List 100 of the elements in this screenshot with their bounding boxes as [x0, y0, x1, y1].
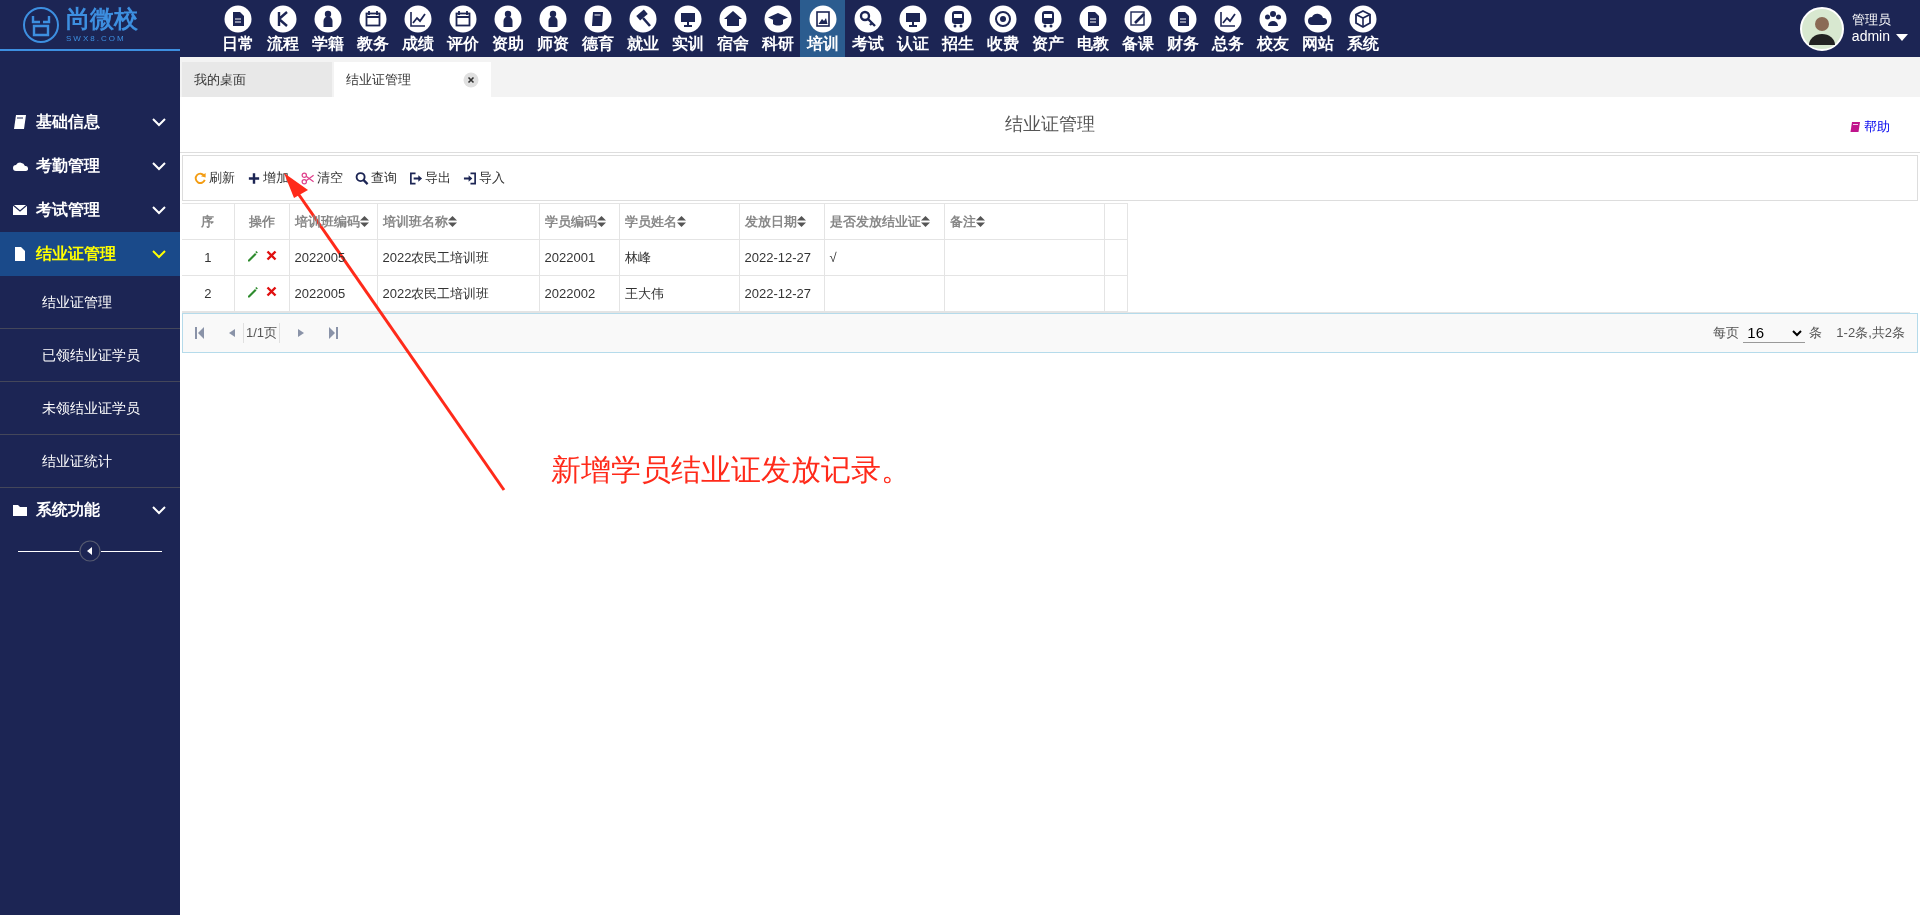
nav-item[interactable]: 教务: [350, 0, 395, 57]
nav-item[interactable]: 科研: [755, 0, 800, 57]
bus-icon: [943, 5, 972, 33]
nav-item[interactable]: 系统: [1340, 0, 1385, 57]
collapse-toggle-icon[interactable]: [79, 540, 101, 562]
edit-icon[interactable]: [246, 285, 258, 298]
nav-item[interactable]: 德育: [575, 0, 620, 57]
nav-item[interactable]: 财务: [1160, 0, 1205, 57]
box-icon: [1348, 5, 1377, 33]
hammer-icon: [628, 5, 657, 33]
user-menu[interactable]: admin: [1851, 27, 1908, 46]
toolbar-button[interactable]: 清空: [301, 168, 343, 188]
nav-item[interactable]: 收费: [980, 0, 1025, 57]
toolbar-button[interactable]: 导出: [409, 168, 451, 188]
book-icon: [583, 5, 612, 33]
calendar-icon: [358, 5, 387, 33]
nav-item[interactable]: 认证: [890, 0, 935, 57]
cap-icon: [763, 5, 792, 33]
sidebar-item[interactable]: 考勤管理: [0, 144, 180, 188]
nav-item[interactable]: 评价: [440, 0, 485, 57]
nav-item[interactable]: 实训: [665, 0, 710, 57]
person-icon: [493, 5, 522, 33]
folder-icon: [12, 502, 28, 518]
nav-item[interactable]: 招生: [935, 0, 980, 57]
sort-icon: [975, 216, 985, 227]
table-cell: 王大伟: [624, 285, 664, 301]
page-indicator: 1/1页: [243, 323, 281, 343]
nav-item[interactable]: 流程: [260, 0, 305, 57]
sort-icon: [596, 216, 606, 227]
table-cell: √: [829, 249, 837, 265]
nav-item[interactable]: 宿舍: [710, 0, 755, 57]
file-icon: [12, 246, 28, 262]
row-number: 2: [204, 285, 212, 301]
calendar-icon: [448, 5, 477, 33]
toolbar-button[interactable]: 刷新: [193, 168, 235, 188]
submenu-item[interactable]: 结业证管理: [0, 276, 180, 329]
sidebar-item[interactable]: 系统功能: [0, 488, 180, 532]
bus-icon: [1033, 5, 1062, 33]
sort-icon: [359, 216, 369, 227]
scissors-icon: [301, 170, 315, 186]
nav-item[interactable]: 学籍: [305, 0, 350, 57]
nav-item[interactable]: 师资: [530, 0, 575, 57]
table-cell: 2022002: [544, 285, 596, 301]
book-icon: [12, 114, 28, 130]
key-icon: [853, 5, 882, 33]
delete-icon[interactable]: [266, 250, 277, 262]
nav-item[interactable]: 考试: [845, 0, 890, 57]
sort-icon: [447, 216, 457, 227]
nav-item[interactable]: 日常: [215, 0, 260, 57]
house-icon: [718, 5, 747, 33]
nav-item[interactable]: 资助: [485, 0, 530, 57]
tab[interactable]: 结业证管理: [334, 62, 491, 97]
nav-item[interactable]: 校友: [1250, 0, 1295, 57]
column-header[interactable]: 备注: [949, 211, 985, 232]
close-icon[interactable]: [463, 71, 479, 88]
cloud-icon: [1303, 5, 1332, 33]
per-page-unit: 条: [1809, 324, 1823, 343]
person-icon: [538, 5, 567, 33]
previous-page-icon[interactable]: [229, 329, 235, 337]
sidebar-item[interactable]: 基础信息: [0, 100, 180, 144]
toolbar-button[interactable]: 查询: [355, 168, 397, 188]
sidebar-item[interactable]: 考试管理: [0, 188, 180, 232]
logo-icon: [22, 5, 60, 44]
pencil-icon: [1123, 5, 1152, 33]
column-header: 操作: [248, 212, 275, 231]
chevron-icon: [152, 205, 166, 215]
nav-item[interactable]: 就业: [620, 0, 665, 57]
monitor-icon: [673, 5, 702, 33]
nav-item[interactable]: 网站: [1295, 0, 1340, 57]
submenu-item[interactable]: 结业证统计: [0, 435, 180, 488]
nav-item[interactable]: 总务: [1205, 0, 1250, 57]
picture-icon: [808, 5, 837, 33]
table-cell: 2022-12-27: [744, 249, 811, 265]
nav-item[interactable]: 资产: [1025, 0, 1070, 57]
monitor-icon: [898, 5, 927, 33]
column-header: 序: [201, 212, 215, 231]
submenu-item[interactable]: 已领结业证学员: [0, 329, 180, 382]
chevron-icon: [152, 249, 166, 259]
plus-icon: [247, 170, 261, 186]
last-page-icon[interactable]: [328, 327, 339, 339]
document-icon: [223, 5, 252, 33]
nav-item[interactable]: 成绩: [395, 0, 440, 57]
sidebar-item[interactable]: 结业证管理: [0, 232, 180, 276]
help-link[interactable]: 帮助: [1849, 117, 1890, 137]
next-page-icon[interactable]: [298, 329, 305, 337]
nav-item[interactable]: 备课: [1115, 0, 1160, 57]
edit-icon[interactable]: [246, 249, 258, 262]
per-page-select[interactable]: 16: [1743, 323, 1806, 343]
submenu-item[interactable]: 未领结业证学员: [0, 382, 180, 435]
chevron-icon: [152, 505, 166, 515]
nav-item[interactable]: 电教: [1070, 0, 1115, 57]
caret-icon: [1896, 33, 1908, 41]
nav-item[interactable]: 培训: [800, 0, 845, 57]
record-summary: 1-2条,共2条: [1836, 324, 1905, 343]
first-page-icon[interactable]: [195, 327, 205, 339]
tab[interactable]: 我的桌面: [182, 62, 332, 97]
toolbar-button[interactable]: 导入: [463, 168, 505, 188]
table-cell: 2022农民工培训班: [382, 285, 490, 301]
sort-icon: [676, 216, 686, 227]
delete-icon[interactable]: [266, 286, 277, 298]
